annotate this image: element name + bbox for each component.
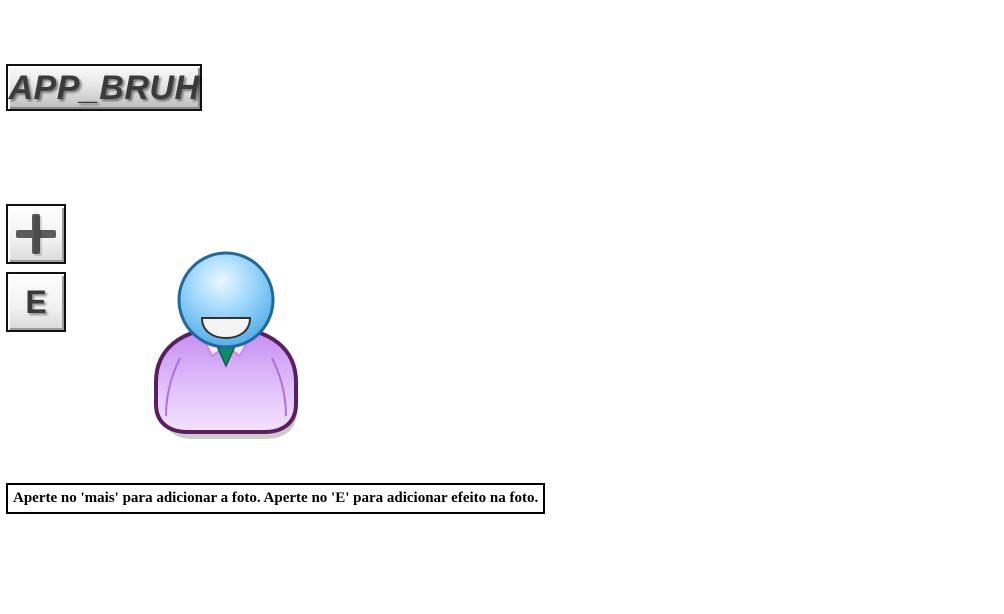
- add-effect-button[interactable]: E: [6, 272, 66, 332]
- effect-button-label: E: [25, 284, 47, 320]
- plus-icon: [16, 214, 56, 256]
- app-logo: APP_BRUH: [6, 64, 202, 111]
- app-title: APP_BRUH: [8, 68, 200, 107]
- add-photo-button[interactable]: [6, 204, 66, 264]
- instructions-text: Aperte no 'mais' para adicionar a foto. …: [6, 483, 546, 514]
- user-avatar-icon: [154, 251, 298, 439]
